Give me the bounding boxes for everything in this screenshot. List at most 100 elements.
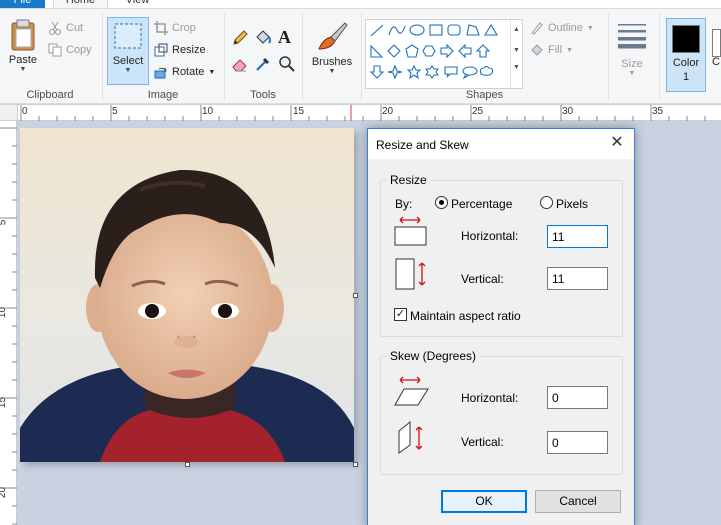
- group-divider: [361, 13, 362, 101]
- chevron-down-icon: ▼: [566, 46, 573, 54]
- skew-group-label: Skew (Degrees): [390, 349, 477, 363]
- ruler-h-25: 25: [472, 106, 484, 117]
- paste-label: Paste: [8, 54, 38, 66]
- select-button[interactable]: Select ▼: [107, 17, 149, 85]
- percentage-radio[interactable]: [435, 196, 448, 209]
- scroll-down-icon[interactable]: ▼: [511, 47, 522, 54]
- paste-button[interactable]: Paste ▼: [4, 19, 42, 73]
- horizontal-ruler: 0 5 10 15 20 25 30 35: [18, 105, 721, 121]
- tab-file[interactable]: File: [0, 0, 45, 8]
- copy-icon: [48, 43, 62, 57]
- horizontal-skew-icon: [394, 376, 429, 406]
- scroll-up-icon[interactable]: ▲: [511, 26, 522, 33]
- pixels-radio[interactable]: [540, 196, 553, 209]
- group-divider: [608, 13, 609, 101]
- eraser-icon[interactable]: [231, 55, 249, 73]
- four-point-star-shape-icon[interactable]: [387, 64, 403, 80]
- skew-vertical-input[interactable]: [547, 431, 608, 454]
- size-button[interactable]: Size ▼: [612, 21, 652, 77]
- group-divider: [102, 13, 103, 101]
- shapes-grid: [369, 23, 498, 80]
- color1-label: Color: [672, 57, 700, 69]
- ruler-h-30: 30: [562, 106, 574, 117]
- skew-horizontal-input[interactable]: [547, 386, 608, 409]
- maintain-aspect-label[interactable]: Maintain aspect ratio: [410, 309, 521, 323]
- outline-dropdown[interactable]: Outline ▼: [530, 21, 594, 35]
- line-size-icon: [618, 24, 646, 49]
- color2-swatch[interactable]: [712, 29, 721, 57]
- six-point-star-shape-icon[interactable]: [424, 65, 440, 79]
- crop-button[interactable]: Crop: [154, 21, 196, 35]
- brushes-button[interactable]: Brushes ▼: [308, 19, 356, 75]
- rounded-rectangle-shape-icon[interactable]: [447, 24, 461, 36]
- color1-number: 1: [682, 71, 690, 83]
- up-arrow-shape-icon[interactable]: [475, 44, 491, 58]
- fill-bucket-icon[interactable]: [254, 29, 272, 47]
- skew-horizontal-label: Horizontal:: [461, 391, 519, 405]
- fill-dropdown[interactable]: Fill ▼: [530, 43, 573, 57]
- shapes-scrollbar[interactable]: ▲ ▼ ▼: [510, 20, 522, 88]
- chevron-down-icon: ▼: [208, 68, 216, 76]
- resize-horizontal-label: Horizontal:: [461, 229, 519, 243]
- group-divider: [224, 13, 225, 101]
- resize-vertical-input[interactable]: [547, 267, 608, 290]
- resize-button[interactable]: Resize: [154, 43, 206, 57]
- polygon-shape-icon[interactable]: [466, 24, 480, 36]
- maintain-aspect-checkbox[interactable]: ✓: [394, 308, 407, 321]
- dialog-titlebar[interactable]: Resize and Skew ✕: [368, 129, 634, 159]
- gallery-more-icon[interactable]: ▼: [511, 64, 522, 71]
- resize-group-label: Resize: [390, 173, 427, 187]
- left-arrow-shape-icon[interactable]: [458, 43, 472, 59]
- cut-button[interactable]: Cut: [48, 21, 83, 35]
- tab-home[interactable]: Home: [53, 0, 108, 8]
- select-rectangle-icon: [114, 23, 142, 49]
- pixels-label[interactable]: Pixels: [556, 197, 588, 211]
- ruler-v-15: 15: [0, 396, 9, 409]
- vertical-skew-icon: [398, 420, 423, 454]
- canvas-photo[interactable]: [20, 128, 354, 462]
- hexagon-shape-icon[interactable]: [422, 45, 436, 57]
- close-icon[interactable]: ✕: [608, 134, 626, 152]
- skew-group: Skew (Degrees): [380, 349, 623, 475]
- down-arrow-shape-icon[interactable]: [369, 65, 385, 79]
- pencil-icon[interactable]: [231, 29, 249, 47]
- chevron-down-icon: ▼: [628, 70, 636, 77]
- pentagon-shape-icon[interactable]: [405, 44, 419, 58]
- triangle-shape-icon[interactable]: [484, 23, 498, 36]
- cut-label: Cut: [66, 22, 84, 34]
- cloud-callout-shape-icon[interactable]: [479, 65, 494, 76]
- rotate-button[interactable]: Rotate ▼: [154, 65, 215, 79]
- percentage-label[interactable]: Percentage: [451, 197, 512, 211]
- chevron-down-icon: ▼: [586, 24, 594, 32]
- color2-label[interactable]: C: [712, 56, 720, 68]
- diamond-shape-icon[interactable]: [387, 44, 401, 58]
- ok-button[interactable]: OK: [441, 490, 527, 513]
- rotate-icon: [154, 67, 167, 79]
- rectangle-shape-icon[interactable]: [429, 24, 443, 36]
- color-picker-icon[interactable]: [254, 55, 272, 73]
- resize-horizontal-input[interactable]: [547, 225, 608, 248]
- five-point-star-shape-icon[interactable]: [406, 64, 422, 80]
- fill-icon: [531, 44, 543, 56]
- scissors-icon: [49, 21, 61, 35]
- curve-shape-icon[interactable]: [388, 25, 406, 36]
- oval-shape-icon[interactable]: [409, 24, 425, 36]
- shapes-gallery[interactable]: ▲ ▼ ▼: [365, 19, 523, 89]
- copy-button[interactable]: Copy: [48, 43, 92, 57]
- chevron-down-icon: ▼: [124, 67, 132, 74]
- outline-label: Outline: [548, 22, 583, 34]
- color1-button[interactable]: Color 1: [666, 18, 706, 92]
- rounded-callout-shape-icon[interactable]: [444, 66, 458, 78]
- size-label: Size: [621, 58, 643, 70]
- oval-callout-shape-icon[interactable]: [462, 66, 478, 80]
- line-shape-icon[interactable]: [370, 24, 384, 37]
- magnifier-icon[interactable]: [278, 55, 296, 73]
- cancel-button[interactable]: Cancel: [535, 490, 621, 513]
- tab-view[interactable]: View: [110, 0, 165, 8]
- right-triangle-shape-icon[interactable]: [370, 44, 384, 58]
- resize-handle-corner[interactable]: [353, 462, 358, 467]
- resize-handle-bottom[interactable]: [185, 462, 190, 467]
- resize-handle-right[interactable]: [353, 293, 358, 298]
- right-arrow-shape-icon[interactable]: [440, 43, 454, 59]
- text-tool-icon[interactable]: A: [278, 28, 296, 46]
